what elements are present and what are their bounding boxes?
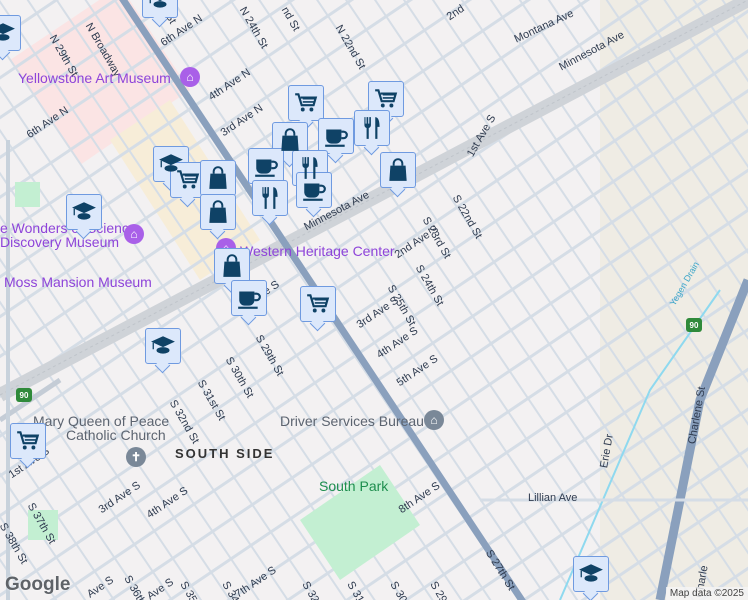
museum-icon[interactable]: ⌂: [180, 67, 200, 87]
street-label: S 31st: [344, 580, 370, 600]
shopping-cart-pin[interactable]: [288, 85, 324, 121]
fork-knife-icon: [359, 115, 385, 141]
coffee-cup-icon: [301, 177, 327, 203]
shopping-cart-pin[interactable]: [170, 162, 206, 198]
poi-yellowstone-art-museum[interactable]: Yellowstone Art Museum: [18, 70, 171, 86]
shopping-bag-icon: [205, 165, 231, 191]
shopping-cart-pin[interactable]: [300, 286, 336, 322]
shopping-bag-icon: [277, 127, 303, 153]
google-logo: Google: [5, 574, 71, 595]
shopping-bag-pin[interactable]: [214, 248, 250, 284]
museum-icon[interactable]: ⌂: [124, 224, 144, 244]
street-label: Lillian Ave: [528, 492, 578, 504]
school-icon: [578, 561, 604, 587]
school-icon: [150, 333, 176, 359]
map-canvas[interactable]: Ave S Ave S 7th Ave S S 36th St S 35th S…: [0, 0, 748, 600]
shopping-cart-icon: [175, 167, 201, 193]
shopping-bag-pin[interactable]: [380, 152, 416, 188]
poi-moss-mansion-museum[interactable]: Moss Mansion Museum: [4, 274, 152, 290]
shopping-cart-pin[interactable]: [10, 423, 46, 459]
street-label: S 29th: [427, 580, 453, 600]
poi-western-heritage-center[interactable]: Western Heritage Center: [240, 243, 395, 259]
shopping-cart-icon: [305, 291, 331, 317]
school-pin[interactable]: [142, 0, 178, 18]
street-label: Ave S: [85, 574, 116, 600]
fork-knife-icon: [257, 185, 283, 211]
government-icon[interactable]: ⌂: [424, 410, 444, 430]
cafe-pin[interactable]: [231, 280, 267, 316]
shopping-bag-icon: [205, 199, 231, 225]
cafe-pin[interactable]: [296, 172, 332, 208]
school-pin[interactable]: [145, 328, 181, 364]
shopping-bag-icon: [385, 157, 411, 183]
shopping-cart-icon: [15, 428, 41, 454]
cafe-pin[interactable]: [318, 118, 354, 154]
shopping-cart-icon: [293, 90, 319, 116]
street-label: S 32nd: [299, 580, 327, 600]
coffee-cup-icon: [253, 153, 279, 179]
coffee-cup-icon: [323, 123, 349, 149]
interstate-shield: 90: [686, 318, 702, 332]
shopping-bag-icon: [219, 253, 245, 279]
shopping-cart-pin[interactable]: [368, 81, 404, 117]
church-icon[interactable]: ✝: [126, 447, 146, 467]
poi-discovery-museum[interactable]: Discovery Museum: [0, 234, 119, 250]
restaurant-pin[interactable]: [252, 180, 288, 216]
map-attribution[interactable]: Map data ©2025: [665, 587, 748, 600]
coffee-cup-icon: [236, 285, 262, 311]
street-label: S 30th: [387, 580, 413, 600]
poi-south-park[interactable]: South Park: [319, 478, 388, 494]
street-label: S 35th: [177, 580, 203, 600]
school-pin[interactable]: [573, 556, 609, 592]
shopping-cart-icon: [373, 86, 399, 112]
poi-driver-services-bureau[interactable]: Driver Services Bureau: [280, 413, 424, 429]
school-icon: [0, 20, 16, 46]
school-pin[interactable]: [66, 194, 102, 230]
poi-mary-queen-of-peace-2[interactable]: Catholic Church: [66, 427, 166, 443]
restaurant-pin[interactable]: [354, 110, 390, 146]
cafe-pin[interactable]: [248, 148, 284, 184]
yegen-drain: [559, 289, 721, 600]
interstate-shield: 90: [16, 388, 32, 402]
school-pin[interactable]: [0, 15, 21, 51]
street-label: 7th Ave S: [233, 564, 279, 600]
school-icon: [71, 199, 97, 225]
street-label: Ave S: [145, 576, 176, 600]
school-icon: [147, 0, 173, 13]
interstate-90: [655, 278, 748, 600]
shopping-bag-pin[interactable]: [200, 194, 236, 230]
shopping-bag-pin[interactable]: [200, 160, 236, 196]
district-label: SOUTH SIDE: [175, 446, 275, 461]
